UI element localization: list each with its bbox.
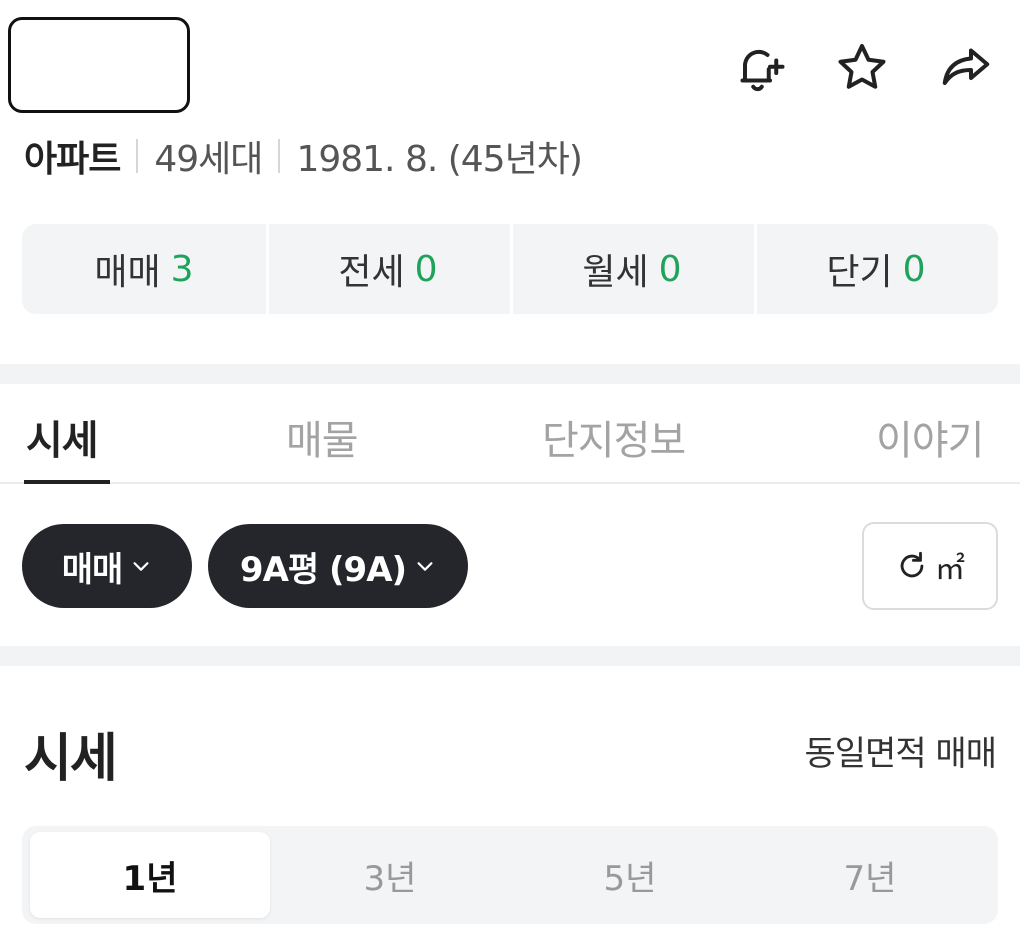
period-3y[interactable]: 3년 [270,832,510,918]
section-divider [0,364,1020,384]
meta-divider [278,139,281,173]
bell-plus-icon [740,49,785,92]
trade-monthly-rent[interactable]: 월세 0 [510,224,754,314]
refresh-icon [900,551,924,578]
household-count: 49세대 [154,139,263,180]
unit-toggle-button[interactable]: ㎡ [862,522,998,610]
trade-sale[interactable]: 매매 3 [22,224,266,314]
tab-listings[interactable]: 매물 [286,408,359,466]
tab-stories[interactable]: 이야기 [876,408,984,466]
period-7y[interactable]: 7년 [750,832,990,918]
section-title: 시세 [24,729,118,789]
trade-type-dropdown[interactable]: 매매 [22,524,192,608]
active-tab-indicator [24,480,110,484]
period-1y[interactable]: 1년 [30,832,270,918]
trade-label: 전세 [338,252,405,293]
period-selector: 1년 3년 5년 7년 [22,826,998,924]
unit-label: ㎡ [935,552,965,587]
complex-meta: 아파트 49세대 1981. 8. (45년차) [24,128,583,184]
section-divider [0,646,1020,666]
chevron-down-icon [133,562,149,571]
build-date: 1981. 8. (45년차) [296,139,582,180]
trade-short-term[interactable]: 단기 0 [754,224,998,314]
area-value: 9A평 (9A) [239,549,407,590]
trade-type-value: 매매 [61,549,124,590]
notification-add-button[interactable] [728,36,792,100]
trade-label: 월세 [582,252,649,293]
trade-jeonse[interactable]: 전세 0 [266,224,510,314]
same-area-sale-link[interactable]: 동일면적 매매 [805,726,997,775]
building-type: 아파트 [24,139,121,180]
share-icon [942,48,990,85]
tab-complex-info[interactable]: 단지정보 [542,408,686,466]
header: 아파트 49세대 1981. 8. (45년차) [0,0,1020,180]
main-tabs: 시세 매물 단지정보 이야기 [0,384,1020,484]
tab-price[interactable]: 시세 [26,408,99,466]
filter-row: 매매 9A평 (9A) ㎡ [0,486,1020,646]
trade-count: 0 [414,248,438,290]
favorite-button[interactable] [830,36,894,100]
trade-count: 0 [658,248,682,290]
chevron-down-icon [417,562,433,571]
trade-count: 3 [170,248,194,290]
trade-summary-bar: 매매 3 전세 0 월세 0 단기 0 [22,224,998,314]
trade-label: 매매 [94,252,161,293]
meta-divider [136,139,139,173]
trade-label: 단기 [826,252,893,293]
star-icon [838,44,886,89]
period-5y[interactable]: 5년 [510,832,750,918]
trade-count: 0 [902,248,926,290]
redacted-title-box [8,17,190,113]
area-dropdown[interactable]: 9A평 (9A) [208,524,468,608]
share-button[interactable] [934,36,998,100]
